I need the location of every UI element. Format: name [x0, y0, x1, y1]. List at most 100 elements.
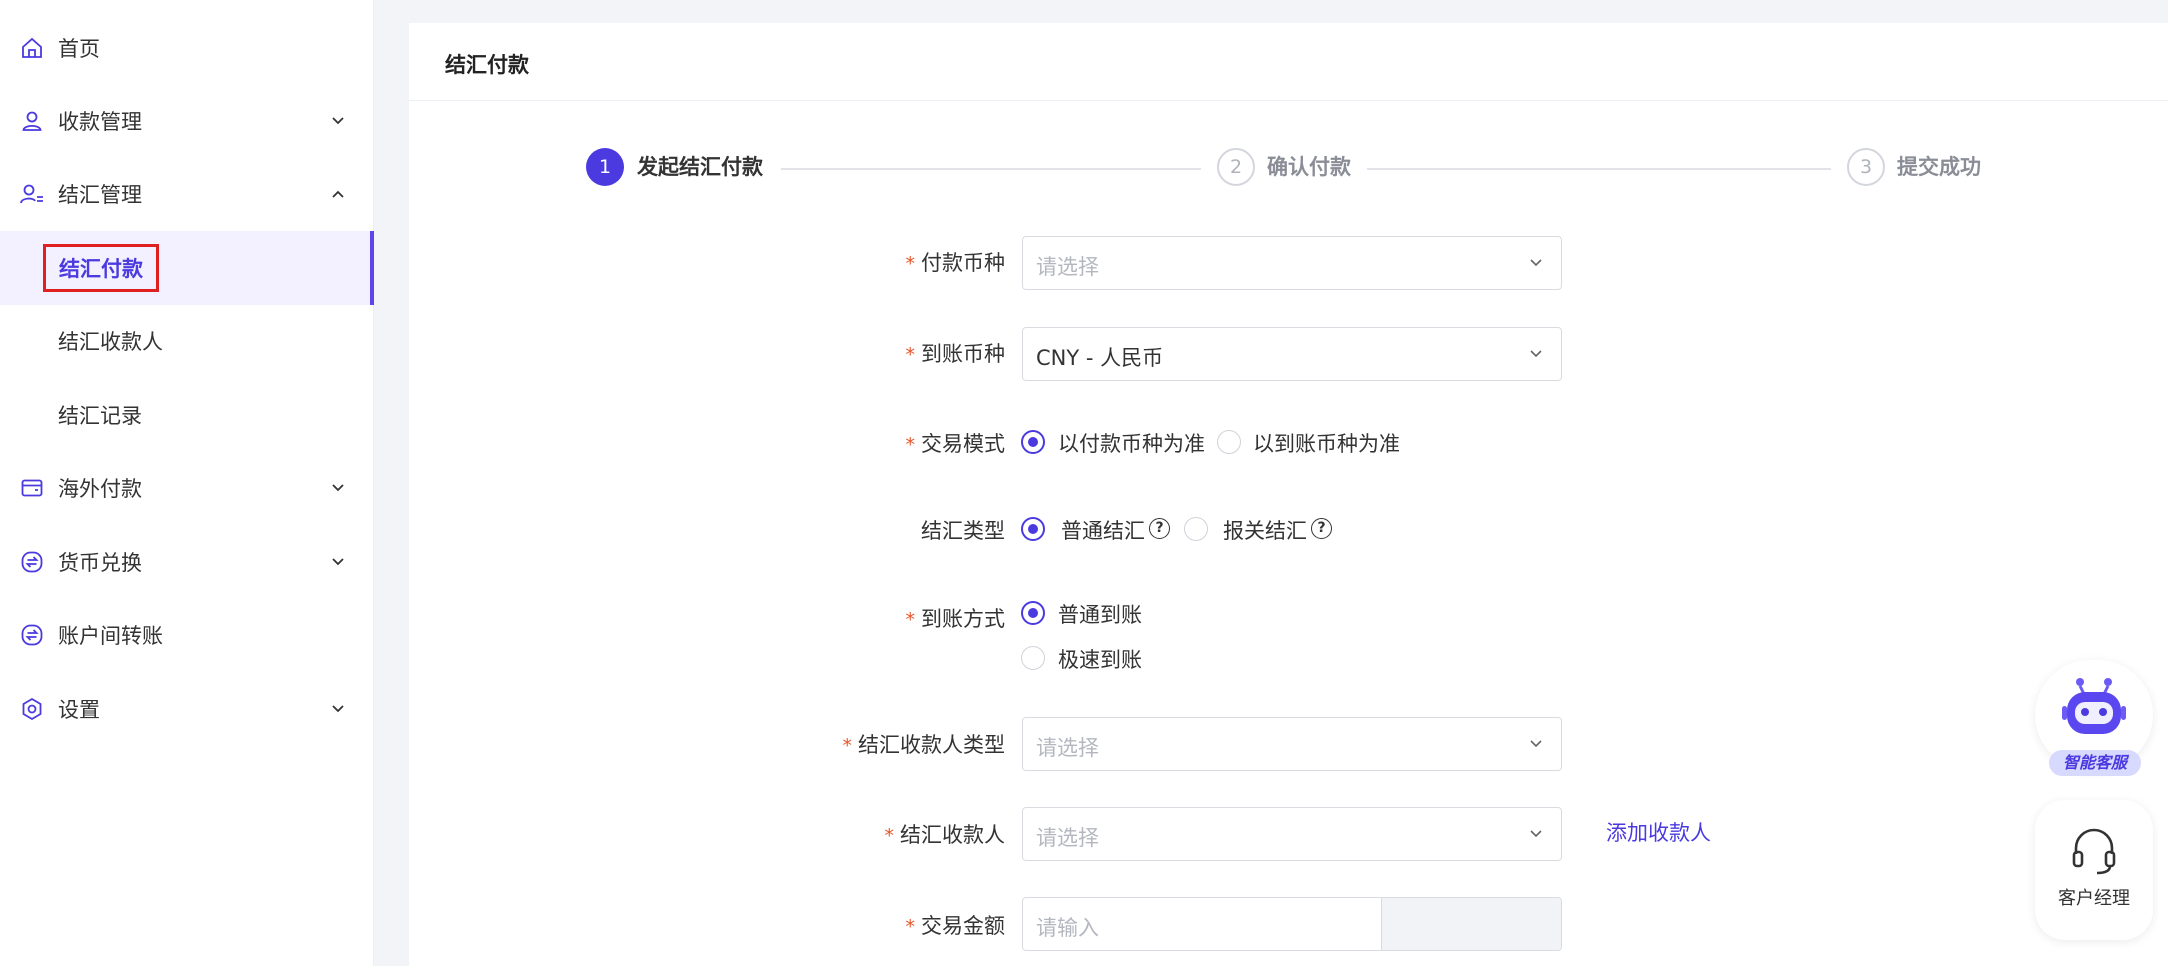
required-mark: *	[905, 344, 916, 366]
receive-currency-value: CNY - 人民币	[1036, 346, 1164, 370]
nav-overseas-payment[interactable]: 海外付款	[0, 451, 374, 525]
sidebar-item-label: 结汇记录	[58, 404, 142, 428]
settle-type-option-normal[interactable]: 普通结汇	[1061, 515, 1145, 545]
nav-collection[interactable]: 收款管理	[0, 84, 374, 158]
label-text: 到账币种	[921, 342, 1005, 366]
arrival-radio-normal[interactable]	[1021, 601, 1045, 625]
wallet-icon	[18, 474, 46, 502]
sidebar-item-label: 结汇收款人	[58, 330, 163, 354]
chevron-down-icon	[1525, 823, 1547, 845]
chevron-down-icon	[326, 697, 350, 721]
account-manager-label: 客户经理	[2058, 888, 2130, 909]
form-label-trade-mode: * 交易模式	[405, 428, 1006, 458]
nav-settings[interactable]: 设置	[0, 672, 374, 746]
form-label-arrival-method: * 到账方式	[405, 603, 1006, 633]
form-label-payee-type: * 结汇收款人类型	[405, 729, 1006, 759]
receive-currency-select[interactable]: CNY - 人民币	[1022, 327, 1562, 381]
arrival-radio-express[interactable]	[1021, 646, 1045, 670]
pay-currency-placeholder: 请选择	[1036, 255, 1099, 279]
exchange-icon	[18, 548, 46, 576]
amount-input[interactable]: 请输入	[1022, 897, 1562, 951]
trade-mode-radio-receive[interactable]	[1217, 430, 1241, 454]
step-connector	[1367, 168, 1831, 170]
form-label-payee: * 结汇收款人	[405, 819, 1006, 849]
user-icon	[18, 107, 46, 135]
payee-placeholder: 请选择	[1036, 826, 1099, 850]
add-payee-link[interactable]: 添加收款人	[1606, 817, 1711, 847]
nav-account-transfer[interactable]: 账户间转账	[0, 598, 374, 672]
ai-service-label: 智能客服	[2049, 750, 2141, 776]
nav-home[interactable]: 首页	[0, 11, 374, 85]
nav-settings-label: 设置	[58, 698, 100, 722]
home-icon	[18, 34, 46, 62]
sidebar: 首页 收款管理 结汇管理 结汇付款 结汇收款人 结汇记录 海外付款 货币兑换 账…	[0, 0, 374, 966]
form-label-amount: * 交易金额	[405, 910, 1006, 940]
settle-type-radio-customs[interactable]	[1184, 517, 1208, 541]
payee-select[interactable]: 请选择	[1022, 807, 1562, 861]
trade-mode-radio-pay[interactable]	[1021, 430, 1045, 454]
settle-type-radio-normal[interactable]	[1021, 517, 1045, 541]
chevron-down-icon	[326, 109, 350, 133]
settings-icon	[18, 695, 46, 723]
help-circle-icon[interactable]: ?	[1311, 518, 1332, 539]
step-2-circle: 2	[1217, 148, 1255, 186]
help-circle-icon[interactable]: ?	[1149, 518, 1170, 539]
form-label-pay-currency: * 付款币种	[405, 247, 1006, 277]
step-3-label: 提交成功	[1897, 155, 1981, 179]
label-text: 结汇收款人	[900, 823, 1005, 847]
label-text: 付款币种	[921, 251, 1005, 275]
chevron-down-icon	[1525, 252, 1547, 274]
trade-mode-option-pay[interactable]: 以付款币种为准	[1058, 428, 1205, 458]
settle-type-option-customs[interactable]: 报关结汇	[1223, 515, 1307, 545]
form-label-settle-type: 结汇类型	[405, 515, 1005, 545]
label-text: 到账方式	[921, 607, 1005, 631]
nav-home-label: 首页	[58, 37, 100, 61]
step-2-label: 确认付款	[1267, 155, 1351, 179]
account-manager-widget[interactable]: 客户经理	[2035, 800, 2153, 940]
chevron-down-icon	[1525, 343, 1547, 365]
sidebar-item-settlement-payee[interactable]: 结汇收款人	[0, 304, 374, 378]
label-text: 结汇类型	[921, 519, 1005, 543]
trade-mode-option-receive[interactable]: 以到账币种为准	[1253, 428, 1400, 458]
page-title: 结汇付款	[445, 53, 529, 77]
sidebar-item-settlement-records[interactable]: 结汇记录	[0, 378, 374, 452]
ai-service-widget[interactable]: 智能客服	[2035, 660, 2153, 780]
user-list-icon	[18, 180, 46, 208]
step-1-label: 发起结汇付款	[637, 155, 763, 179]
chevron-down-icon	[326, 550, 350, 574]
required-mark: *	[905, 916, 916, 938]
required-mark: *	[884, 825, 895, 847]
nav-settlement-label: 结汇管理	[58, 183, 142, 207]
nav-currency-exchange[interactable]: 货币兑换	[0, 525, 374, 599]
label-text: 交易金额	[921, 914, 1005, 938]
label-text: 交易模式	[921, 432, 1005, 456]
robot-icon	[2062, 678, 2126, 734]
arrival-option-express[interactable]: 极速到账	[1058, 644, 1142, 674]
required-mark: *	[905, 434, 916, 456]
headset-icon	[2072, 828, 2116, 875]
step-3-circle: 3	[1847, 148, 1885, 186]
card-header: 结汇付款	[409, 23, 2168, 101]
payee-type-placeholder: 请选择	[1036, 736, 1099, 760]
nav-settlement[interactable]: 结汇管理	[0, 157, 374, 231]
sidebar-item-label: 结汇付款	[43, 244, 159, 292]
chevron-down-icon	[326, 476, 350, 500]
step-1-circle: 1	[586, 148, 624, 186]
form-label-receive-currency: * 到账币种	[405, 338, 1006, 368]
pay-currency-select[interactable]: 请选择	[1022, 236, 1562, 290]
transfer-icon	[18, 621, 46, 649]
label-text: 结汇收款人类型	[858, 733, 1005, 757]
payee-type-select[interactable]: 请选择	[1022, 717, 1562, 771]
amount-placeholder: 请输入	[1036, 916, 1099, 940]
chevron-up-icon	[326, 182, 350, 206]
arrival-option-normal[interactable]: 普通到账	[1058, 599, 1142, 629]
nav-exchange-label: 货币兑换	[58, 551, 142, 575]
required-mark: *	[905, 253, 916, 275]
required-mark: *	[905, 609, 916, 631]
amount-currency-suffix	[1381, 898, 1561, 950]
nav-transfer-label: 账户间转账	[58, 624, 163, 648]
nav-overseas-label: 海外付款	[58, 477, 142, 501]
required-mark: *	[842, 735, 853, 757]
chevron-down-icon	[1525, 733, 1547, 755]
sidebar-item-settlement-payment[interactable]: 结汇付款	[0, 231, 374, 305]
